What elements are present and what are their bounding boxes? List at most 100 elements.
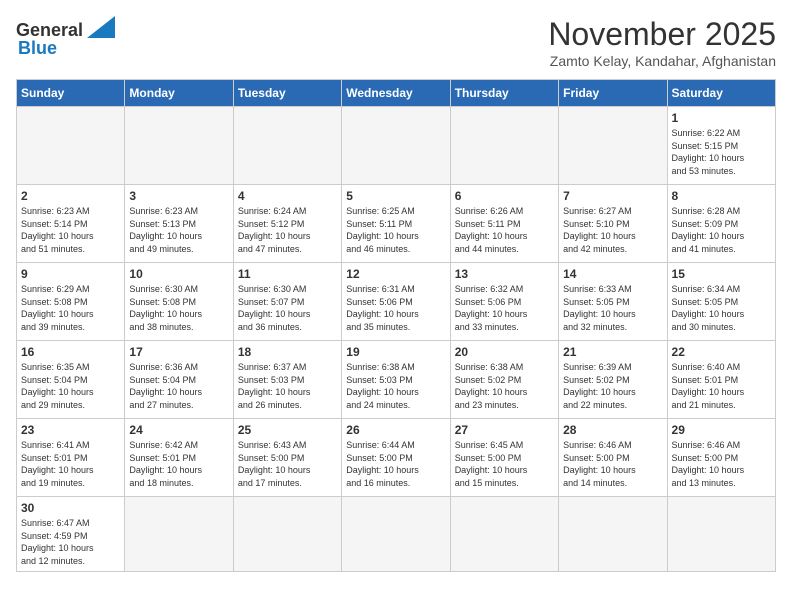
calendar-cell: 24 Sunrise: 6:42 AM Sunset: 5:01 PM Dayli… — [125, 419, 233, 497]
calendar-cell — [450, 497, 558, 572]
calendar-cell — [342, 497, 450, 572]
day-number: 29 — [672, 423, 771, 437]
day-info: Sunrise: 6:27 AM Sunset: 5:10 PM Dayligh… — [563, 205, 662, 255]
day-number: 12 — [346, 267, 445, 281]
day-info: Sunrise: 6:38 AM Sunset: 5:02 PM Dayligh… — [455, 361, 554, 411]
day-number: 16 — [21, 345, 120, 359]
calendar-cell — [233, 107, 341, 185]
day-info: Sunrise: 6:30 AM Sunset: 5:07 PM Dayligh… — [238, 283, 337, 333]
day-info: Sunrise: 6:46 AM Sunset: 5:00 PM Dayligh… — [672, 439, 771, 489]
calendar-cell: 18Sunrise: 6:37 AM Sunset: 5:03 PM Dayli… — [233, 341, 341, 419]
weekday-header-thursday: Thursday — [450, 80, 558, 107]
day-info: Sunrise: 6:41 AM Sunset: 5:01 PM Dayligh… — [21, 439, 120, 489]
calendar-cell: 20 Sunrise: 6:38 AM Sunset: 5:02 PM Dayli… — [450, 341, 558, 419]
calendar-week-6: 30 Sunrise: 6:47 AM Sunset: 4:59 PM Dayli… — [17, 497, 776, 572]
day-number: 3 — [129, 189, 228, 203]
day-info: Sunrise: 6:28 AM Sunset: 5:09 PM Dayligh… — [672, 205, 771, 255]
calendar-cell — [125, 107, 233, 185]
calendar-cell: 12 Sunrise: 6:31 AM Sunset: 5:06 PM Dayli… — [342, 263, 450, 341]
calendar-cell — [125, 497, 233, 572]
day-info: Sunrise: 6:31 AM Sunset: 5:06 PM Dayligh… — [346, 283, 445, 333]
day-info: Sunrise: 6:36 AM Sunset: 5:04 PM Dayligh… — [129, 361, 228, 411]
calendar-table: SundayMondayTuesdayWednesdayThursdayFrid… — [16, 79, 776, 572]
calendar-cell: 14 Sunrise: 6:33 AM Sunset: 5:05 PM Dayli… — [559, 263, 667, 341]
calendar-week-3: 9Sunrise: 6:29 AM Sunset: 5:08 PM Daylig… — [17, 263, 776, 341]
calendar-cell: 23 Sunrise: 6:41 AM Sunset: 5:01 PM Dayli… — [17, 419, 125, 497]
day-number: 14 — [563, 267, 662, 281]
day-info: Sunrise: 6:45 AM Sunset: 5:00 PM Dayligh… — [455, 439, 554, 489]
day-number: 4 — [238, 189, 337, 203]
day-number: 18 — [238, 345, 337, 359]
day-info: Sunrise: 6:26 AM Sunset: 5:11 PM Dayligh… — [455, 205, 554, 255]
logo: General Blue — [16, 16, 115, 57]
title-area: November 2025 Zamto Kelay, Kandahar, Afg… — [548, 16, 776, 69]
calendar-cell: 3Sunrise: 6:23 AM Sunset: 5:13 PM Daylig… — [125, 185, 233, 263]
day-number: 6 — [455, 189, 554, 203]
day-number: 30 — [21, 501, 120, 515]
day-number: 2 — [21, 189, 120, 203]
day-number: 15 — [672, 267, 771, 281]
day-number: 13 — [455, 267, 554, 281]
calendar-week-2: 2 Sunrise: 6:23 AM Sunset: 5:14 PM Daylig… — [17, 185, 776, 263]
day-number: 27 — [455, 423, 554, 437]
day-number: 19 — [346, 345, 445, 359]
weekday-header-friday: Friday — [559, 80, 667, 107]
day-info: Sunrise: 6:47 AM Sunset: 4:59 PM Dayligh… — [21, 517, 120, 567]
calendar-cell: 19 Sunrise: 6:38 AM Sunset: 5:03 PM Dayli… — [342, 341, 450, 419]
calendar-cell: 22 Sunrise: 6:40 AM Sunset: 5:01 PM Dayli… — [667, 341, 775, 419]
calendar-cell: 1Sunrise: 6:22 AM Sunset: 5:15 PM Daylig… — [667, 107, 775, 185]
day-number: 25 — [238, 423, 337, 437]
day-info: Sunrise: 6:23 AM Sunset: 5:14 PM Dayligh… — [21, 205, 120, 255]
day-info: Sunrise: 6:32 AM Sunset: 5:06 PM Dayligh… — [455, 283, 554, 333]
day-number: 11 — [238, 267, 337, 281]
weekday-header-sunday: Sunday — [17, 80, 125, 107]
weekday-header-saturday: Saturday — [667, 80, 775, 107]
day-info: Sunrise: 6:35 AM Sunset: 5:04 PM Dayligh… — [21, 361, 120, 411]
weekday-header-tuesday: Tuesday — [233, 80, 341, 107]
day-number: 10 — [129, 267, 228, 281]
day-info: Sunrise: 6:34 AM Sunset: 5:05 PM Dayligh… — [672, 283, 771, 333]
day-number: 28 — [563, 423, 662, 437]
day-info: Sunrise: 6:24 AM Sunset: 5:12 PM Dayligh… — [238, 205, 337, 255]
calendar-cell: 7 Sunrise: 6:27 AM Sunset: 5:10 PM Daylig… — [559, 185, 667, 263]
calendar-cell: 4 Sunrise: 6:24 AM Sunset: 5:12 PM Daylig… — [233, 185, 341, 263]
calendar-cell: 11 Sunrise: 6:30 AM Sunset: 5:07 PM Dayli… — [233, 263, 341, 341]
day-number: 7 — [563, 189, 662, 203]
calendar-cell: 8Sunrise: 6:28 AM Sunset: 5:09 PM Daylig… — [667, 185, 775, 263]
calendar-week-1: 1Sunrise: 6:22 AM Sunset: 5:15 PM Daylig… — [17, 107, 776, 185]
calendar-cell: 10 Sunrise: 6:30 AM Sunset: 5:08 PM Dayli… — [125, 263, 233, 341]
day-info: Sunrise: 6:40 AM Sunset: 5:01 PM Dayligh… — [672, 361, 771, 411]
calendar-cell: 9Sunrise: 6:29 AM Sunset: 5:08 PM Daylig… — [17, 263, 125, 341]
day-number: 22 — [672, 345, 771, 359]
calendar-cell: 27 Sunrise: 6:45 AM Sunset: 5:00 PM Dayli… — [450, 419, 558, 497]
day-number: 17 — [129, 345, 228, 359]
calendar-week-4: 16 Sunrise: 6:35 AM Sunset: 5:04 PM Dayli… — [17, 341, 776, 419]
logo-icon — [87, 16, 115, 38]
day-info: Sunrise: 6:39 AM Sunset: 5:02 PM Dayligh… — [563, 361, 662, 411]
location-subtitle: Zamto Kelay, Kandahar, Afghanistan — [548, 53, 776, 69]
day-number: 20 — [455, 345, 554, 359]
day-info: Sunrise: 6:22 AM Sunset: 5:15 PM Dayligh… — [672, 127, 771, 177]
calendar-cell: 25 Sunrise: 6:43 AM Sunset: 5:00 PM Dayli… — [233, 419, 341, 497]
day-info: Sunrise: 6:42 AM Sunset: 5:01 PM Dayligh… — [129, 439, 228, 489]
month-year-title: November 2025 — [548, 16, 776, 53]
calendar-cell — [559, 107, 667, 185]
day-info: Sunrise: 6:46 AM Sunset: 5:00 PM Dayligh… — [563, 439, 662, 489]
weekday-header-wednesday: Wednesday — [342, 80, 450, 107]
day-info: Sunrise: 6:33 AM Sunset: 5:05 PM Dayligh… — [563, 283, 662, 333]
calendar-cell: 2 Sunrise: 6:23 AM Sunset: 5:14 PM Daylig… — [17, 185, 125, 263]
day-info: Sunrise: 6:44 AM Sunset: 5:00 PM Dayligh… — [346, 439, 445, 489]
page-header: General Blue November 2025 Zamto Kelay, … — [16, 16, 776, 69]
day-info: Sunrise: 6:38 AM Sunset: 5:03 PM Dayligh… — [346, 361, 445, 411]
day-number: 24 — [129, 423, 228, 437]
day-info: Sunrise: 6:43 AM Sunset: 5:00 PM Dayligh… — [238, 439, 337, 489]
day-number: 26 — [346, 423, 445, 437]
calendar-cell: 13 Sunrise: 6:32 AM Sunset: 5:06 PM Dayli… — [450, 263, 558, 341]
day-info: Sunrise: 6:25 AM Sunset: 5:11 PM Dayligh… — [346, 205, 445, 255]
weekday-header-monday: Monday — [125, 80, 233, 107]
calendar-cell: 29 Sunrise: 6:46 AM Sunset: 5:00 PM Dayli… — [667, 419, 775, 497]
day-number: 23 — [21, 423, 120, 437]
calendar-cell — [559, 497, 667, 572]
day-info: Sunrise: 6:30 AM Sunset: 5:08 PM Dayligh… — [129, 283, 228, 333]
calendar-cell — [17, 107, 125, 185]
